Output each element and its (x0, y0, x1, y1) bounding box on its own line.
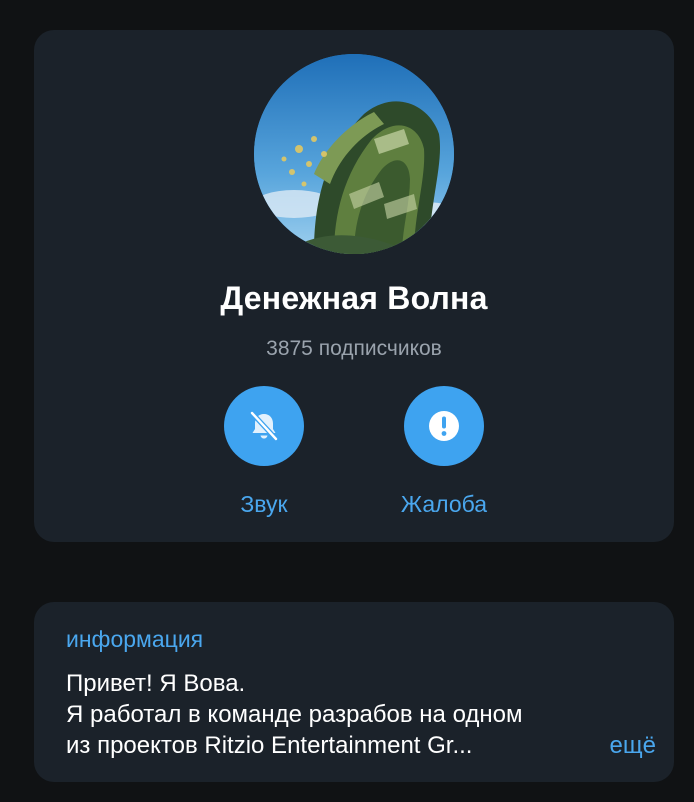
report-label[interactable]: Жалоба (364, 491, 524, 518)
channel-avatar[interactable] (254, 54, 454, 254)
more-link[interactable]: ещё (610, 730, 656, 761)
exclamation-icon (429, 411, 459, 441)
channel-profile-page: Денежная Волна 3875 подписчиков Звук Жал… (0, 0, 694, 802)
money-wave-image (254, 54, 454, 254)
sound-button[interactable]: Звук (184, 386, 344, 518)
info-heading: информация (66, 626, 204, 652)
profile-card: Денежная Волна 3875 подписчиков Звук Жал… (34, 30, 674, 542)
info-description: Привет! Я Вова. Я работал в команде разр… (66, 668, 656, 761)
info-line-1: Привет! Я Вова. (66, 670, 246, 697)
info-last-row: из проектов Ritzio Entertainment Gr... е… (66, 730, 656, 761)
subscriber-count: 3875 подписчиков (266, 337, 442, 360)
info-line-3: из проектов Ritzio Entertainment Gr... (66, 732, 473, 759)
sound-button-circle[interactable] (224, 386, 304, 466)
report-button[interactable]: Жалоба (364, 386, 524, 518)
info-line-2: Я работал в команде разрабов на одном (66, 701, 523, 728)
channel-name: Денежная Волна (220, 280, 488, 316)
report-button-circle[interactable] (404, 386, 484, 466)
info-card: информация Привет! Я Вова. Я работал в к… (34, 602, 674, 782)
sound-label[interactable]: Звук (184, 491, 344, 518)
bell-muted-icon (249, 410, 279, 442)
